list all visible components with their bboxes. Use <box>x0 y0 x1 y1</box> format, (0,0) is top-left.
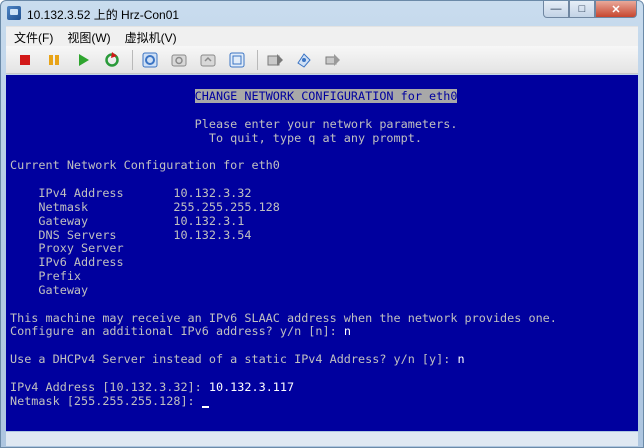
console-line: Prefix <box>10 269 81 283</box>
console-line: Gateway <box>10 283 88 297</box>
menu-vm[interactable]: 虚拟机(V) <box>117 29 183 46</box>
console-line: DNS Servers 10.132.3.54 <box>10 228 251 242</box>
minimize-icon: — <box>550 3 562 15</box>
console-line: To quit, type q at any prompt. <box>10 131 422 145</box>
disconnect-device-button[interactable] <box>322 49 344 71</box>
menu-file[interactable]: 文件(F) <box>6 29 59 46</box>
send-ctrl-alt-del-icon <box>267 53 283 66</box>
revert-snapshot-icon <box>200 54 216 66</box>
vm-console-screen[interactable]: CHANGE NETWORK CONFIGURATION for eth0 Pl… <box>6 75 638 431</box>
console-text: n <box>457 352 465 367</box>
console-text: Configure an additional IPv6 address? y/… <box>10 324 344 339</box>
vm-console-icon <box>7 6 21 20</box>
console-text: Proxy Server <box>10 241 124 256</box>
maximize-button[interactable]: □ <box>569 1 595 18</box>
console-text: IPv4 Address [10.132.3.32]: <box>10 379 209 394</box>
window-controls: — □ ✕ <box>543 1 637 19</box>
console-text: Use a DHCPv4 Server instead of a static … <box>10 352 458 367</box>
snapshot-icon <box>171 54 187 66</box>
close-button[interactable]: ✕ <box>595 1 637 18</box>
guest-settings-icon <box>142 52 158 67</box>
maximize-icon: □ <box>578 3 586 15</box>
reset-icon <box>105 51 119 67</box>
play-icon <box>79 53 89 66</box>
console-line: IPv6 Address <box>10 255 124 270</box>
console-text: Netmask 255.255.255.128 <box>10 199 280 214</box>
console-line: Please enter your network parameters. <box>10 116 458 131</box>
toolbar-separator <box>257 49 258 70</box>
vm-console-window: 10.132.3.52 上的 Hrz-Con01 — □ ✕ 文件(F) 视图(… <box>0 0 644 448</box>
window-title: 10.132.3.52 上的 Hrz-Con01 <box>27 8 180 22</box>
toolbar <box>6 46 638 74</box>
console-line: Netmask [255.255.255.128]: <box>10 394 209 408</box>
toolbar-separator <box>132 49 133 70</box>
menu-bar: 文件(F) 视图(W) 虚拟机(V) <box>6 26 638 47</box>
console-text: DNS Servers 10.132.3.54 <box>10 227 252 242</box>
pause-icon <box>49 54 59 65</box>
console-line: Use a DHCPv4 Server instead of a static … <box>10 352 465 366</box>
text-cursor <box>201 395 209 408</box>
title-bar[interactable]: 10.132.3.52 上的 Hrz-Con01 — □ ✕ <box>1 1 643 25</box>
console-text: CHANGE NETWORK CONFIGURATION for eth0 <box>194 89 458 103</box>
console-line: Configure an additional IPv6 address? y/… <box>10 324 351 338</box>
connect-device-button[interactable] <box>293 49 315 71</box>
power-on-button[interactable] <box>72 49 94 71</box>
guest-settings-button[interactable] <box>139 49 161 71</box>
suspend-button[interactable] <box>43 49 65 71</box>
reset-button[interactable] <box>101 49 123 71</box>
console-text: Current Network Configuration for eth0 <box>10 158 280 173</box>
manage-snapshots-button[interactable] <box>226 49 248 71</box>
console-line: Proxy Server <box>10 241 124 256</box>
console-text: 10.132.3.117 <box>208 379 295 394</box>
console-text: Netmask [255.255.255.128]: <box>10 393 202 408</box>
close-icon: ✕ <box>611 3 621 16</box>
manage-snapshots-icon <box>229 52 245 67</box>
revert-snapshot-button[interactable] <box>197 49 219 71</box>
minimize-button[interactable]: — <box>543 1 569 18</box>
console-line: IPv4 Address [10.132.3.32]: 10.132.3.117 <box>10 380 294 394</box>
console-text: Prefix <box>10 269 82 284</box>
connect-device-icon <box>297 52 311 68</box>
console-text: To quit, type q at any prompt. <box>10 130 422 145</box>
snapshot-button[interactable] <box>168 49 190 71</box>
console-line: Netmask 255.255.255.128 <box>10 199 280 214</box>
console-text: This machine may receive an IPv6 SLAAC a… <box>10 310 557 325</box>
console-text: Gateway 10.132.3.1 <box>10 213 245 228</box>
console-text: IPv6 Address <box>10 255 124 270</box>
power-off-button[interactable] <box>14 49 36 71</box>
console-line: CHANGE NETWORK CONFIGURATION for eth0 <box>10 89 458 103</box>
disconnect-device-icon <box>325 53 340 66</box>
console-text: IPv4 Address 10.132.3.32 <box>10 185 252 200</box>
console-line: Gateway 10.132.3.1 <box>10 214 244 228</box>
console-line: Current Network Configuration for eth0 <box>10 158 280 172</box>
menu-view[interactable]: 视图(W) <box>59 29 116 46</box>
stop-icon <box>20 54 30 65</box>
console-text: n <box>343 324 351 339</box>
console-text: Gateway <box>10 282 89 297</box>
console-text: Please enter your network parameters. <box>10 116 458 131</box>
send-ctrl-alt-del-button[interactable] <box>264 49 286 71</box>
status-bar <box>6 432 638 446</box>
console-line: IPv4 Address 10.132.3.32 <box>10 186 251 200</box>
console-line: This machine may receive an IPv6 SLAAC a… <box>10 311 557 325</box>
